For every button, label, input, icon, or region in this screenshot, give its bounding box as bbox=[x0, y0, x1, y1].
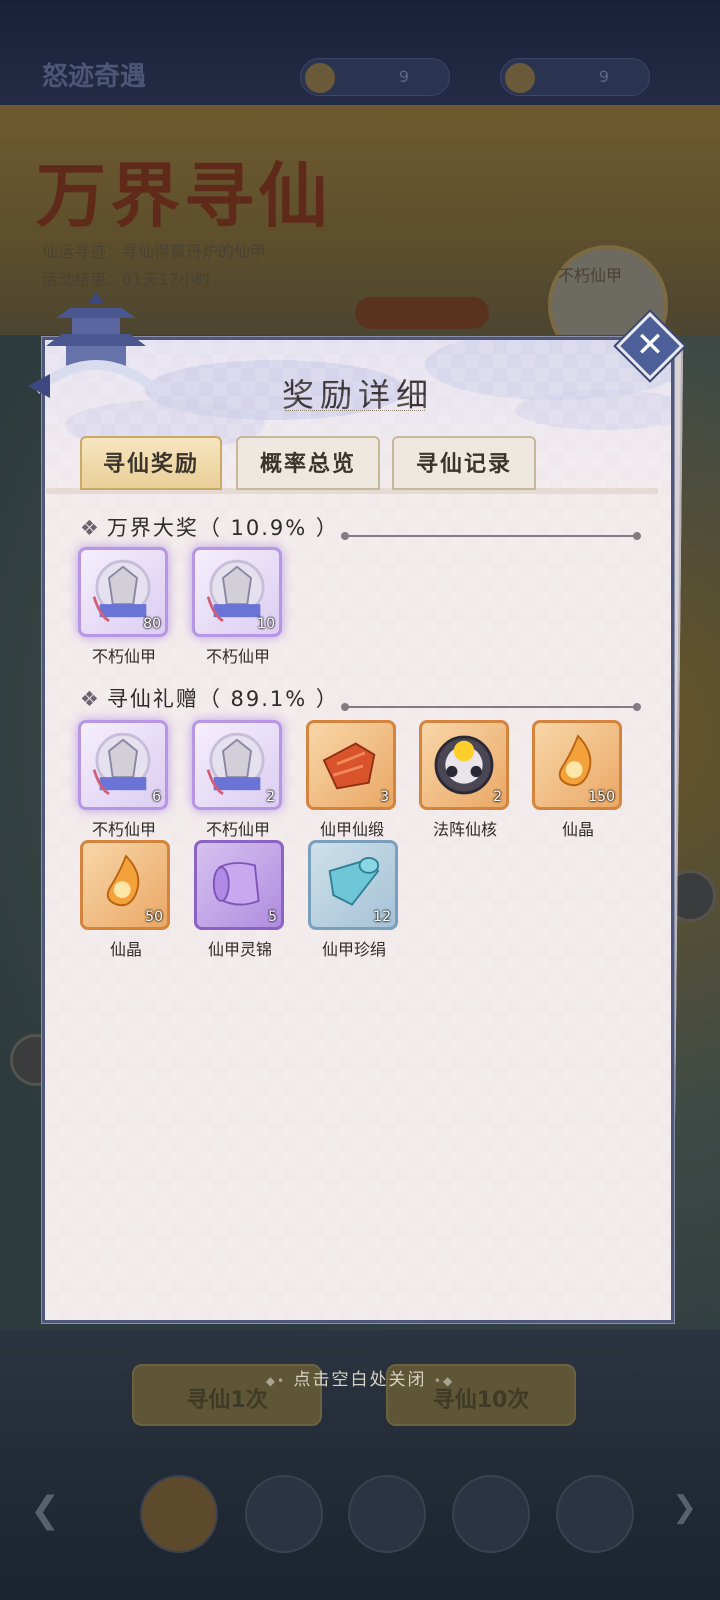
item-quantity: 80 bbox=[143, 616, 161, 632]
item-name: 不朽仙甲 bbox=[205, 647, 270, 666]
title-ornament bbox=[285, 410, 425, 416]
reward-item[interactable]: 6 不朽仙甲 bbox=[78, 720, 170, 840]
item-quantity: 50 bbox=[145, 909, 163, 925]
banner-timer: 活动结束：01天17小时 bbox=[42, 270, 211, 289]
reward-item[interactable]: 80 不朽仙甲 bbox=[78, 547, 170, 667]
coin-icon bbox=[305, 63, 335, 93]
item-quantity: 5 bbox=[268, 909, 277, 925]
diamond-ornament-icon: •◆ bbox=[433, 1374, 455, 1388]
reward-item[interactable]: 3 仙甲仙缎 bbox=[306, 720, 398, 840]
item-name: 不朽仙甲 bbox=[205, 820, 270, 839]
item-name: 仙晶 bbox=[109, 940, 142, 959]
item-frame: 3 bbox=[306, 720, 396, 810]
item-name: 法阵仙核 bbox=[432, 820, 497, 839]
section-divider bbox=[341, 703, 641, 711]
banner-subtitle: 仙运寻迹：寻仙得赢丹炉的仙甲 bbox=[42, 242, 267, 261]
tab-probability-overview[interactable]: 概率总览 bbox=[236, 436, 380, 490]
item-name: 仙甲灵锦 bbox=[207, 940, 272, 959]
nav-item[interactable] bbox=[140, 1475, 218, 1553]
banner-title: 万界寻仙 bbox=[36, 154, 332, 237]
nav-item[interactable] bbox=[452, 1475, 530, 1553]
item-name: 仙晶 bbox=[561, 820, 594, 839]
item-frame: 5 bbox=[194, 840, 284, 930]
reward-item[interactable]: 150 仙晶 bbox=[532, 720, 624, 840]
item-name: 仙甲仙缎 bbox=[319, 820, 384, 839]
item-quantity: 2 bbox=[266, 789, 275, 805]
item-quantity: 10 bbox=[257, 616, 275, 632]
reward-item[interactable]: 12 仙甲珍绢 bbox=[308, 840, 400, 960]
item-name: 不朽仙甲 bbox=[91, 647, 156, 666]
back-arrow-icon[interactable]: ❮ bbox=[30, 1490, 60, 1531]
detail-pill-button[interactable] bbox=[355, 297, 489, 329]
reward-item[interactable]: 5 仙甲灵锦 bbox=[194, 840, 286, 960]
pagoda-ornament-icon bbox=[28, 292, 160, 398]
diamond-ornament-icon: ◆• bbox=[265, 1374, 287, 1388]
reward-item[interactable]: 10 不朽仙甲 bbox=[192, 547, 284, 667]
close-icon: ✕ bbox=[635, 325, 665, 365]
item-quantity: 12 bbox=[373, 909, 391, 925]
item-name: 不朽仙甲 bbox=[91, 820, 156, 839]
item-frame: 10 bbox=[192, 547, 282, 637]
reward-item[interactable]: 2 法阵仙核 bbox=[419, 720, 511, 840]
nav-item[interactable] bbox=[245, 1475, 323, 1553]
event-title: 怒迹奇遇 bbox=[42, 62, 147, 92]
item-quantity: 150 bbox=[588, 789, 615, 805]
section-divider bbox=[341, 532, 641, 540]
diamond-bullet-icon: ❖ bbox=[80, 516, 101, 540]
gem-icon bbox=[505, 63, 535, 93]
item-quantity: 6 bbox=[152, 789, 161, 805]
tap-to-close-hint[interactable]: ◆• 点击空白处关闭 •◆ bbox=[0, 1365, 720, 1390]
resource-counter[interactable]: 9 bbox=[500, 58, 650, 96]
item-frame: 2 bbox=[419, 720, 509, 810]
item-frame: 12 bbox=[308, 840, 398, 930]
item-name: 仙甲珍绢 bbox=[321, 940, 386, 959]
character-label: 不朽仙甲 bbox=[558, 266, 623, 285]
section-title-grand-prize: ❖ 万界大奖（ 10.9% ） bbox=[80, 516, 339, 540]
top-bar: 怒迹奇遇 9 9 bbox=[0, 0, 720, 105]
item-quantity: 2 bbox=[493, 789, 502, 805]
reward-item[interactable]: 2 不朽仙甲 bbox=[192, 720, 284, 840]
item-frame: 150 bbox=[532, 720, 622, 810]
resource-counter[interactable]: 9 bbox=[300, 58, 450, 96]
reward-item[interactable]: 50 仙晶 bbox=[80, 840, 172, 960]
tab-search-rewards[interactable]: 寻仙奖励 bbox=[80, 436, 222, 490]
item-frame: 2 bbox=[192, 720, 282, 810]
item-frame: 80 bbox=[78, 547, 168, 637]
item-frame: 50 bbox=[80, 840, 170, 930]
section-title-gifts: ❖ 寻仙礼赠（ 89.1% ） bbox=[80, 687, 339, 711]
nav-item[interactable] bbox=[556, 1475, 634, 1553]
item-frame: 6 bbox=[78, 720, 168, 810]
nav-item[interactable] bbox=[348, 1475, 426, 1553]
next-arrow-icon[interactable]: ❯ bbox=[672, 1490, 697, 1525]
tab-search-history[interactable]: 寻仙记录 bbox=[392, 436, 536, 490]
item-quantity: 3 bbox=[380, 789, 389, 805]
diamond-bullet-icon: ❖ bbox=[80, 687, 101, 711]
